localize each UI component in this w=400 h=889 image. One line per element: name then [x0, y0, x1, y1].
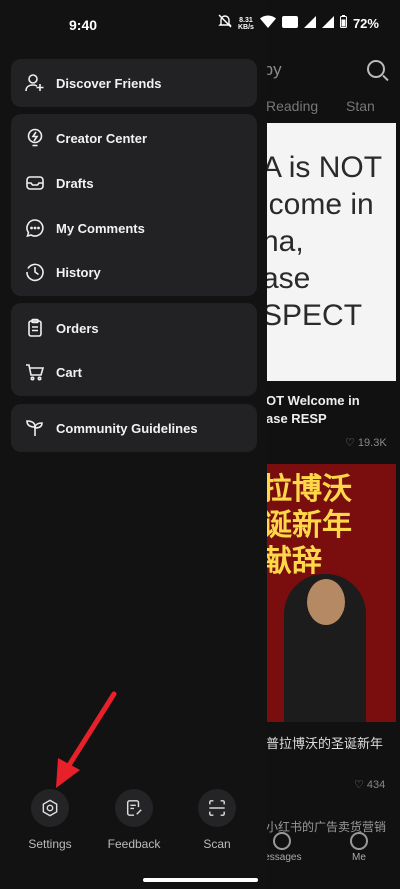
- scan-icon: [198, 789, 236, 827]
- feed-card-image: 拉博沃 诞新年 献辞: [262, 464, 396, 722]
- menu-item-drafts[interactable]: Drafts: [11, 161, 257, 205]
- lightbulb-icon: [25, 128, 45, 148]
- sprout-icon: [25, 418, 45, 438]
- cart-icon: [25, 362, 45, 382]
- card-image-text: A is NOT: [262, 151, 383, 184]
- status-icons: 8.31 KB/s 72%: [218, 14, 379, 33]
- tab-me: Me: [350, 832, 368, 863]
- volte-icon: [281, 15, 298, 33]
- wifi-icon: [259, 14, 276, 33]
- like-count: ♡ 434: [354, 779, 386, 791]
- menu-item-label: Discover Friends: [56, 75, 162, 91]
- menu-item-orders[interactable]: Orders: [11, 306, 257, 350]
- side-drawer: Discover Friends Creator Center Drafts M…: [0, 0, 267, 889]
- card-title-line: ase RESP: [266, 411, 327, 426]
- feedback-button[interactable]: Feedback: [99, 789, 169, 851]
- feedback-label: Feedback: [107, 837, 161, 851]
- feed-card-title: OT Welcome in ase RESP: [266, 392, 360, 428]
- menu-item-label: Cart: [56, 364, 83, 380]
- menu-item-my-comments[interactable]: My Comments: [11, 206, 257, 250]
- battery-percent: 72%: [352, 16, 379, 31]
- settings-label: Settings: [28, 837, 72, 851]
- user-icon: [350, 832, 368, 850]
- feed-card-title: 普拉博沃的圣诞新年: [266, 736, 384, 751]
- like-count-value: 434: [366, 779, 386, 791]
- card-image-text: 拉博沃: [262, 473, 352, 506]
- settings-button[interactable]: Settings: [15, 789, 85, 851]
- menu-item-history[interactable]: History: [11, 250, 257, 294]
- drawer-group: Community Guidelines: [11, 404, 257, 452]
- comment-icon: [25, 218, 45, 238]
- battery-icon: [339, 14, 347, 33]
- inbox-icon: [25, 173, 45, 193]
- menu-item-label: Drafts: [56, 175, 94, 191]
- card-image-text: na,: [262, 225, 304, 258]
- status-bar: 9:40 8.31 KB/s 72%: [0, 0, 400, 50]
- feed-tab: Stan: [346, 98, 375, 114]
- card-image-text: ase: [262, 262, 311, 295]
- net-speed-value: 8.31: [239, 16, 253, 24]
- card-image-text: SPECT: [262, 299, 363, 332]
- card-image-text: lcome in: [262, 188, 374, 221]
- menu-item-label: Community Guidelines: [56, 420, 198, 436]
- signal-icon: [321, 15, 334, 33]
- feed-tab: Reading: [266, 98, 319, 114]
- card-image-text: 献辞: [262, 545, 322, 578]
- like-count: ♡ 19.3K: [345, 437, 387, 449]
- status-time: 9:40: [69, 17, 98, 33]
- tab-label: Me: [352, 852, 366, 863]
- menu-item-discover-friends[interactable]: Discover Friends: [11, 61, 257, 105]
- net-speed: 8.31 KB/s: [238, 17, 254, 31]
- drawer-group: Discover Friends: [11, 59, 257, 107]
- mute-icon: [218, 14, 232, 33]
- add-user-icon: [25, 73, 45, 93]
- menu-item-creator-center[interactable]: Creator Center: [11, 116, 257, 160]
- menu-item-community-guidelines[interactable]: Community Guidelines: [11, 406, 257, 450]
- scan-button[interactable]: Scan: [182, 789, 252, 851]
- net-speed-unit: KB/s: [238, 23, 254, 31]
- search-icon: [367, 60, 385, 78]
- like-count-value: 19.3K: [357, 437, 387, 449]
- clock-icon: [25, 262, 45, 282]
- feed-card-image: A is NOT lcome in na, ase SPECT: [262, 123, 396, 381]
- card-image-text: 诞新年: [262, 509, 352, 542]
- feed-tabs: Reading Stan: [266, 98, 399, 114]
- menu-item-label: History: [56, 264, 101, 280]
- clipboard-icon: [25, 318, 45, 338]
- menu-item-label: Creator Center: [56, 130, 148, 146]
- tab-label: lessages: [262, 852, 302, 863]
- drawer-group: Orders Cart: [11, 303, 257, 396]
- home-indicator[interactable]: [143, 878, 258, 882]
- signal-icon: [303, 15, 316, 33]
- card-title-line: OT Welcome in: [266, 393, 360, 408]
- tab-messages: lessages: [262, 832, 301, 863]
- gear-icon: [31, 789, 69, 827]
- scan-label: Scan: [203, 837, 231, 851]
- menu-item-cart[interactable]: Cart: [11, 350, 257, 394]
- menu-item-label: My Comments: [56, 220, 145, 236]
- chat-icon: [272, 832, 291, 850]
- annotation-arrow: [56, 691, 117, 788]
- person-face: [307, 579, 345, 625]
- feedback-icon: [115, 789, 153, 827]
- drawer-group: Creator Center Drafts My Comments Histor…: [11, 114, 257, 296]
- menu-item-label: Orders: [56, 320, 99, 336]
